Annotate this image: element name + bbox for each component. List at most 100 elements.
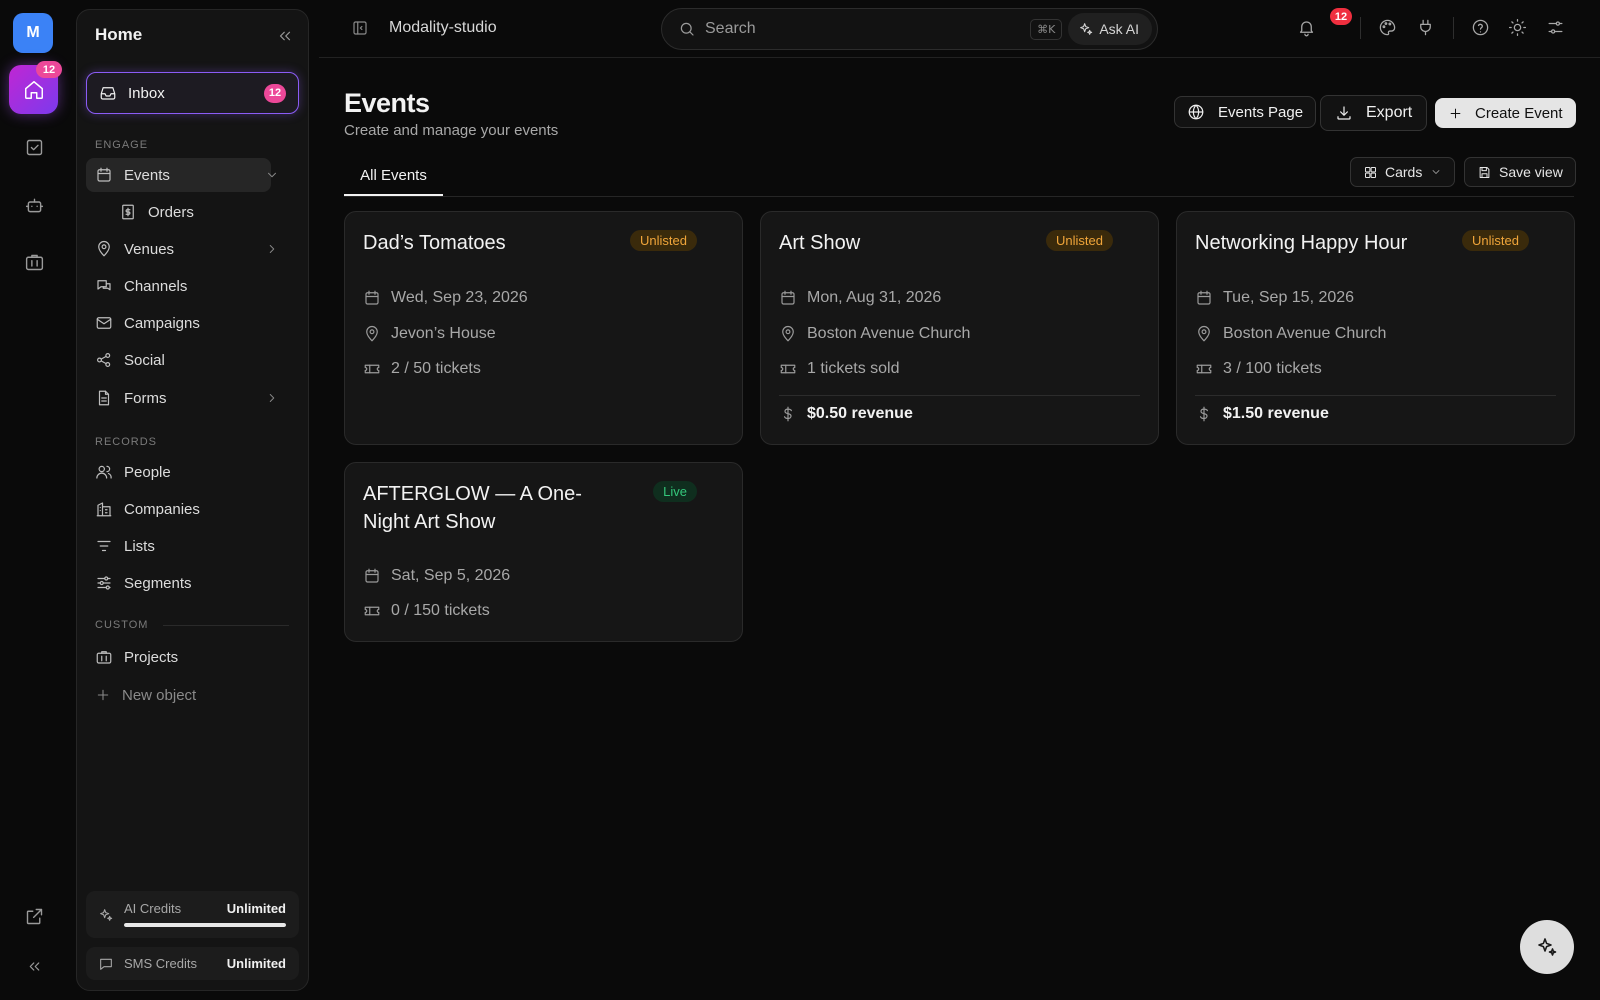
ai-credits-label: AI Credits bbox=[124, 901, 182, 916]
view-mode-label: Cards bbox=[1385, 164, 1423, 180]
rail-tasks-button[interactable] bbox=[19, 132, 49, 162]
sidebar-title: Home bbox=[95, 25, 143, 44]
sms-credits-panel: SMS Credits Unlimited bbox=[86, 947, 299, 980]
sidebar-item-venues[interactable]: Venues bbox=[86, 232, 299, 266]
status-badge: Unlisted bbox=[1462, 230, 1529, 251]
chevron-down-icon[interactable] bbox=[265, 168, 279, 182]
save-view-button[interactable]: Save view bbox=[1464, 157, 1576, 187]
event-card[interactable]: AFTERGLOW — A One-Night Art Show Live Sa… bbox=[344, 462, 743, 642]
calendar-icon bbox=[781, 290, 795, 305]
event-tickets-text: 1 tickets sold bbox=[807, 360, 900, 377]
search-bar[interactable]: Search ⌘K Ask AI bbox=[661, 8, 1158, 50]
sidebar-item-projects[interactable]: Projects bbox=[86, 640, 299, 674]
calendar-icon bbox=[1197, 290, 1211, 305]
workspace-name: Modality-studio bbox=[389, 19, 497, 36]
export-button[interactable]: Export bbox=[1320, 95, 1428, 131]
chevron-right-icon[interactable] bbox=[265, 391, 279, 405]
event-tickets-text: 3 / 100 tickets bbox=[1223, 360, 1322, 377]
workspace-avatar[interactable]: M bbox=[13, 13, 53, 53]
event-date: Sat, Sep 5, 2026 bbox=[363, 567, 510, 585]
sidebar-item-companies[interactable]: Companies bbox=[86, 492, 299, 526]
ai-credits-panel: AI Credits Unlimited bbox=[86, 891, 299, 938]
event-date: Wed, Sep 23, 2026 bbox=[363, 289, 528, 307]
sidebar-item-label: Lists bbox=[124, 537, 155, 555]
topbar-divider bbox=[1360, 17, 1361, 39]
sidebar-item-orders[interactable]: Orders bbox=[110, 195, 290, 229]
search-icon bbox=[680, 22, 694, 36]
ask-ai-button[interactable]: Ask AI bbox=[1068, 13, 1152, 45]
section-divider bbox=[163, 625, 289, 626]
create-event-button[interactable]: Create Event bbox=[1435, 98, 1576, 128]
plus-icon bbox=[1450, 108, 1461, 118]
rail-projects-button[interactable] bbox=[19, 247, 49, 277]
event-tickets: 3 / 100 tickets bbox=[1195, 360, 1322, 378]
event-card[interactable]: Dad’s Tomatoes Unlisted Wed, Sep 23, 202… bbox=[344, 211, 743, 445]
event-location: Jevon’s House bbox=[363, 325, 496, 343]
ask-ai-label: Ask AI bbox=[1099, 21, 1139, 37]
event-card[interactable]: Art Show Unlisted Mon, Aug 31, 2026 Bost… bbox=[760, 211, 1159, 445]
sidebar-item-inbox[interactable]: Inbox 12 bbox=[86, 72, 299, 114]
sidebar-item-events[interactable]: Events bbox=[86, 158, 299, 192]
save-icon bbox=[1479, 166, 1490, 178]
event-card[interactable]: Networking Happy Hour Unlisted Tue, Sep … bbox=[1176, 211, 1575, 445]
plug-icon bbox=[1420, 19, 1431, 36]
tab-all-events[interactable]: All Events bbox=[344, 156, 443, 196]
topbar-divider bbox=[1453, 17, 1454, 39]
settings-button[interactable] bbox=[1546, 18, 1565, 37]
event-date-text: Mon, Aug 31, 2026 bbox=[807, 289, 942, 306]
integrations-button[interactable] bbox=[1416, 18, 1435, 37]
sms-credits-label: SMS Credits bbox=[124, 956, 197, 971]
event-date: Tue, Sep 15, 2026 bbox=[1195, 289, 1354, 307]
ai-credits-bar-fill bbox=[124, 923, 286, 927]
tab-label: All Events bbox=[360, 166, 427, 184]
icon-rail: M 12 bbox=[0, 0, 67, 1000]
sidebar-item-segments[interactable]: Segments bbox=[86, 566, 299, 600]
dollar-icon bbox=[783, 406, 792, 422]
bell-icon bbox=[1299, 21, 1314, 37]
message-square-icon bbox=[100, 958, 112, 970]
notifications-button[interactable] bbox=[1297, 18, 1316, 37]
sidebar-collapse-button[interactable] bbox=[276, 27, 294, 45]
events-page-button[interactable]: Events Page bbox=[1174, 96, 1317, 128]
sidebar-item-new-object[interactable]: New object bbox=[86, 678, 299, 712]
card-divider bbox=[779, 395, 1140, 396]
event-date-text: Tue, Sep 15, 2026 bbox=[1223, 289, 1355, 306]
sidebar: Home Inbox 12 ENGAGE Events Orders Venue… bbox=[76, 9, 309, 991]
toggle-panel-button[interactable] bbox=[351, 19, 369, 37]
theme-toggle-button[interactable] bbox=[1508, 18, 1527, 37]
event-date: Mon, Aug 31, 2026 bbox=[779, 289, 941, 307]
view-mode-dropdown[interactable]: Cards bbox=[1350, 157, 1456, 187]
rail-external-link-button[interactable] bbox=[19, 901, 49, 931]
event-tickets-text: 0 / 150 tickets bbox=[391, 602, 490, 619]
ticket-icon bbox=[364, 606, 380, 616]
event-title: Networking Happy Hour bbox=[1195, 232, 1408, 254]
bot-icon bbox=[25, 198, 43, 212]
chevron-right-icon[interactable] bbox=[265, 242, 279, 256]
create-event-label: Create Event bbox=[1475, 104, 1563, 122]
status-badge: Unlisted bbox=[1046, 230, 1113, 251]
sidebar-item-campaigns[interactable]: Campaigns bbox=[86, 306, 299, 340]
sidebar-item-label: Projects bbox=[124, 648, 179, 666]
theme-palette-button[interactable] bbox=[1378, 18, 1397, 37]
section-heading-records: RECORDS bbox=[95, 436, 158, 448]
rail-agents-button[interactable] bbox=[19, 190, 49, 220]
sidebar-item-people[interactable]: People bbox=[86, 455, 299, 489]
help-button[interactable] bbox=[1471, 18, 1490, 37]
card-divider bbox=[1195, 395, 1556, 396]
sidebar-item-channels[interactable]: Channels bbox=[86, 269, 299, 303]
ticket-icon bbox=[1196, 364, 1212, 374]
sidebar-item-label: New object bbox=[122, 686, 197, 704]
rail-collapse-button[interactable] bbox=[19, 951, 49, 981]
sidebar-item-social[interactable]: Social bbox=[86, 343, 299, 377]
dollar-icon bbox=[1199, 406, 1208, 422]
event-revenue: $0.50 revenue bbox=[779, 405, 913, 423]
ai-assistant-button[interactable] bbox=[1520, 920, 1574, 974]
sidebar-item-forms[interactable]: Forms bbox=[86, 381, 299, 415]
sidebar-item-lists[interactable]: Lists bbox=[86, 529, 299, 563]
sliders-horizontal-icon bbox=[1548, 21, 1563, 34]
sliders-icon bbox=[97, 576, 111, 590]
section-heading-custom: CUSTOM bbox=[95, 619, 149, 631]
map-pin-icon bbox=[98, 240, 110, 257]
event-revenue-text: $0.50 revenue bbox=[807, 405, 913, 422]
sidebar-item-label: Companies bbox=[124, 500, 200, 518]
